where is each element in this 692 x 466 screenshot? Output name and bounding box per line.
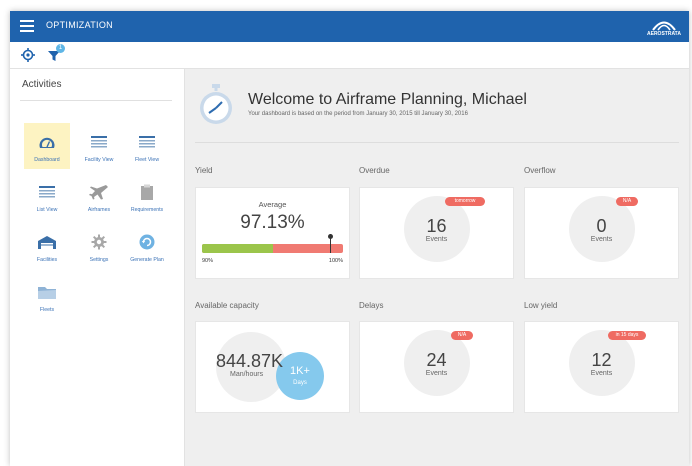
sidebar-item-facilities[interactable]: Facilities	[24, 223, 70, 269]
low-yield-value: 12	[591, 350, 612, 370]
low-yield-unit: Events	[590, 370, 613, 377]
overdue-card[interactable]: tomorrow 16 Events	[359, 187, 514, 279]
stopwatch-icon	[198, 84, 234, 126]
yield-max-label: 100%	[328, 258, 343, 264]
section-title-overdue: Overdue	[359, 166, 390, 175]
refresh-icon	[139, 234, 155, 250]
delays-card[interactable]: N/A 24 Events	[359, 321, 514, 413]
folder-icon	[38, 287, 56, 299]
overflow-unit: Events	[590, 236, 613, 243]
hangar-icon	[38, 236, 56, 249]
sidebar-item-fleets[interactable]: Fleets	[24, 273, 70, 319]
activities-sidebar: Activities Dashboard Facility View Fleet…	[10, 69, 185, 466]
app-title: OPTIMIZATION	[46, 20, 113, 30]
sidebar-item-label: Requirements	[130, 207, 164, 213]
overflow-value: 0	[596, 216, 607, 236]
section-title-yield: Yield	[195, 166, 213, 175]
delays-badge: N/A	[451, 331, 473, 340]
toolbar: 1	[10, 42, 689, 69]
overdue-unit: Events	[425, 236, 448, 243]
overflow-card[interactable]: N/A 0 Events	[524, 187, 679, 279]
low-yield-card[interactable]: in 15 days 12 Events	[524, 321, 679, 413]
filter-count-badge: 1	[56, 44, 65, 53]
gear-icon	[91, 234, 107, 250]
list-lines-icon	[91, 136, 107, 148]
overdue-badge: tomorrow	[445, 197, 485, 206]
logo-text: AEROSTRATA	[647, 31, 681, 37]
gauge-icon	[39, 137, 55, 148]
sidebar-item-label: Fleet View	[134, 157, 160, 163]
delays-unit: Events	[425, 370, 448, 377]
yield-marker-dot	[328, 234, 333, 239]
yield-average-label: Average	[258, 200, 287, 209]
list-lines-icon	[139, 136, 155, 148]
section-title-delays: Delays	[359, 301, 384, 310]
section-title-low-yield: Low yield	[524, 301, 558, 310]
sidebar-item-label: Generate Plan	[130, 257, 164, 263]
sidebar-divider	[20, 100, 172, 101]
days-label: Days	[293, 380, 307, 386]
capacity-card[interactable]: 844.87K Man/hours 1K+ Days	[195, 321, 350, 413]
app-window: OPTIMIZATION AEROSTRATA 1 Activities Das…	[10, 11, 689, 466]
target-icon[interactable]	[20, 47, 36, 63]
delays-value: 24	[426, 350, 447, 370]
main-divider	[195, 142, 679, 143]
sidebar-title: Activities	[22, 79, 62, 90]
top-bar: OPTIMIZATION AEROSTRATA	[10, 11, 689, 42]
capacity-unit: Man/hours	[230, 371, 264, 378]
sidebar-item-list-view[interactable]: List View	[24, 173, 70, 219]
low-yield-badge: in 15 days	[608, 331, 646, 340]
sidebar-item-dashboard[interactable]: Dashboard	[24, 123, 70, 169]
welcome-period-text: Your dashboard is based on the period fr…	[248, 111, 468, 117]
company-logo: AEROSTRATA	[647, 17, 681, 37]
dashboard-main: Welcome to Airframe Planning, Michael Yo…	[185, 69, 689, 466]
yield-progress-fill	[202, 244, 273, 253]
hamburger-menu-icon[interactable]	[20, 20, 34, 32]
airplane-icon	[89, 185, 108, 200]
sidebar-item-generate-plan[interactable]: Generate Plan	[124, 223, 170, 269]
capacity-value: 844.87K	[216, 351, 284, 371]
welcome-heading: Welcome to Airframe Planning, Michael	[248, 91, 527, 108]
sidebar-item-requirements[interactable]: Requirements	[124, 173, 170, 219]
overflow-badge: N/A	[616, 197, 638, 206]
overdue-value: 16	[426, 216, 447, 236]
yield-min-label: 90%	[202, 258, 214, 264]
section-title-available-capacity: Available capacity	[195, 301, 259, 310]
yield-card[interactable]: Average 97.13% 90% 100%	[195, 187, 350, 279]
sidebar-item-label: Fleets	[39, 307, 55, 313]
section-title-overflow: Overflow	[524, 166, 556, 175]
days-value: 1K+	[290, 365, 310, 377]
list-lines-icon	[39, 186, 55, 198]
clipboard-icon	[141, 184, 153, 200]
yield-average-value: 97.13%	[240, 212, 305, 233]
yield-progress-bar	[202, 244, 343, 253]
sidebar-item-fleet-view[interactable]: Fleet View	[124, 123, 170, 169]
